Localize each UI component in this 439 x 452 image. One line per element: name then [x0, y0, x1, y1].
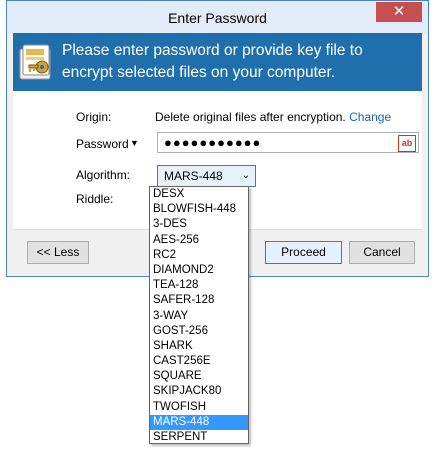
dropdown-option[interactable]: CAST256E [150, 354, 248, 369]
dropdown-option[interactable]: SQUARE [150, 369, 248, 384]
algorithm-dropdown-list[interactable]: DESX BLOWFISH-448 3-DES AES-256 RC2 DIAMOND2 T… [149, 186, 249, 444]
password-field[interactable]: ●●●●●●●●●●● ab [157, 132, 419, 153]
info-banner: Please enter password or provide key fil… [13, 33, 422, 91]
dropdown-option[interactable]: TWOFISH [150, 400, 248, 415]
dropdown-option[interactable]: SERPENT [150, 430, 248, 445]
origin-text: Delete original files after encryption. [155, 110, 346, 124]
chevron-down-icon: ⌄ [241, 170, 250, 181]
riddle-label: Riddle: [76, 192, 114, 206]
banner-text: Please enter password or provide key fil… [62, 42, 363, 81]
dropdown-option[interactable]: MARS-448 [150, 414, 248, 430]
dropdown-option[interactable]: SAFER-128 [150, 293, 248, 308]
dropdown-option[interactable]: GOST-256 [150, 324, 248, 339]
dropdown-option[interactable]: RC2 [150, 248, 248, 263]
close-button[interactable]: ✕ [376, 2, 422, 22]
dropdown-option[interactable]: TEA-128 [150, 278, 248, 293]
dropdown-option[interactable]: AES-256 [150, 233, 248, 248]
origin-label: Origin: [76, 110, 112, 124]
password-value: ●●●●●●●●●●● [164, 135, 262, 150]
dropdown-option[interactable]: DIAMOND2 [150, 263, 248, 278]
dropdown-option[interactable]: SKIPJACK80 [150, 384, 248, 399]
algorithm-value: MARS-448 [164, 169, 223, 183]
algorithm-select[interactable]: MARS-448 ⌄ [157, 165, 256, 187]
dropdown-option[interactable]: DESX [150, 187, 248, 202]
change-link[interactable]: Change [349, 110, 391, 124]
window-title: Enter Password [168, 10, 267, 26]
less-button[interactable]: << Less [27, 241, 89, 264]
ab-icon[interactable]: ab [398, 135, 416, 152]
proceed-button[interactable]: Proceed [265, 241, 342, 264]
algorithm-label: Algorithm: [76, 168, 131, 182]
password-dropdown-icon[interactable]: ▼ [130, 138, 139, 148]
dropdown-option[interactable]: BLOWFISH-448 [150, 202, 248, 217]
dropdown-option[interactable]: 3-DES [150, 217, 248, 232]
dropdown-option[interactable]: 3-WAY [150, 309, 248, 324]
cancel-button[interactable]: Cancel [349, 241, 415, 264]
password-label[interactable]: Password [76, 137, 129, 151]
title-bar: Enter Password ✕ [7, 1, 428, 33]
key-folder-icon [19, 44, 51, 80]
origin-value: Delete original files after encryption. … [155, 110, 391, 124]
close-icon: ✕ [392, 3, 406, 20]
dropdown-option[interactable]: SHARK [150, 339, 248, 354]
